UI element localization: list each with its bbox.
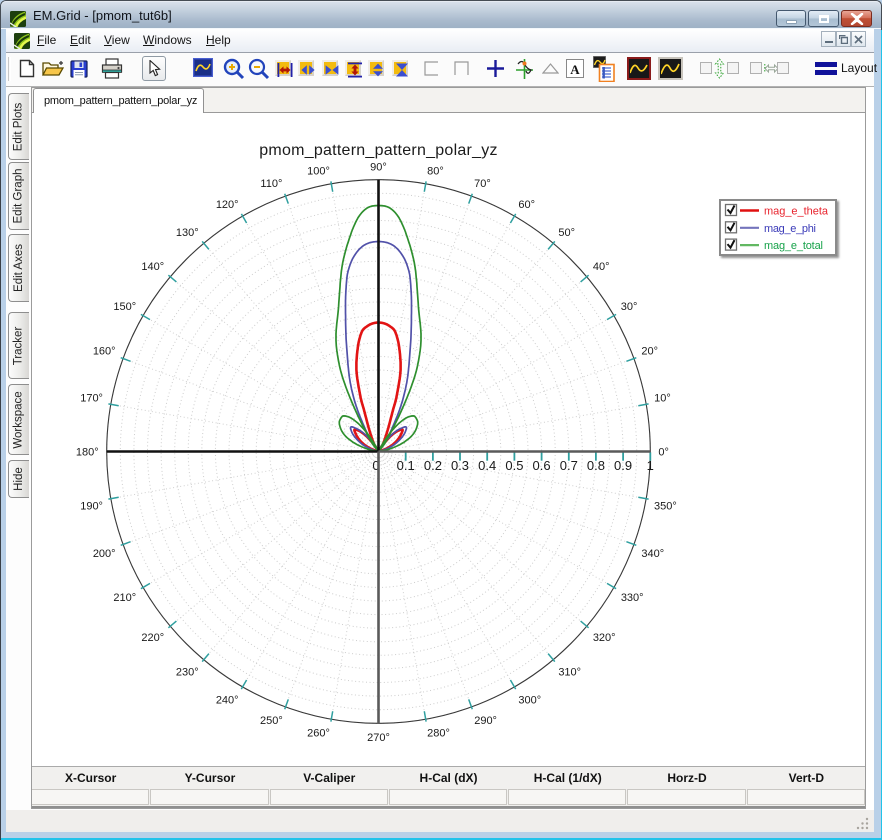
svg-text:130°: 130°	[176, 227, 199, 239]
svg-text:0.2: 0.2	[424, 458, 442, 473]
svg-text:90°: 90°	[370, 161, 387, 173]
svg-text:190°: 190°	[80, 501, 103, 513]
svg-text:0.7: 0.7	[560, 458, 578, 473]
svg-text:mag_e_total: mag_e_total	[764, 240, 823, 252]
svg-text:310°: 310°	[558, 666, 581, 678]
svg-text:mag_e_theta: mag_e_theta	[764, 206, 829, 218]
svg-text:350°: 350°	[654, 501, 677, 513]
svg-text:0.1: 0.1	[397, 458, 415, 473]
svg-text:0.9: 0.9	[614, 458, 632, 473]
svg-text:230°: 230°	[176, 666, 199, 678]
svg-text:0.3: 0.3	[451, 458, 469, 473]
svg-text:80°: 80°	[427, 166, 444, 178]
svg-text:160°: 160°	[93, 345, 116, 357]
svg-text:220°: 220°	[141, 632, 164, 644]
svg-text:100°: 100°	[307, 166, 330, 178]
svg-text:pmom_pattern_pattern_polar_yz: pmom_pattern_pattern_polar_yz	[259, 142, 498, 159]
svg-text:240°: 240°	[216, 694, 239, 706]
svg-text:330°: 330°	[621, 592, 644, 604]
svg-text:70°: 70°	[474, 178, 491, 190]
svg-text:110°: 110°	[260, 178, 282, 190]
svg-text:270°: 270°	[367, 732, 390, 744]
svg-text:40°: 40°	[593, 261, 610, 273]
svg-text:60°: 60°	[518, 199, 535, 211]
svg-text:210°: 210°	[113, 592, 136, 604]
svg-text:0.8: 0.8	[587, 458, 605, 473]
svg-text:250°: 250°	[260, 715, 283, 727]
svg-text:30°: 30°	[621, 301, 638, 313]
svg-text:0.6: 0.6	[533, 458, 551, 473]
svg-text:180°: 180°	[76, 447, 99, 459]
svg-text:10°: 10°	[654, 393, 671, 405]
svg-text:290°: 290°	[474, 715, 497, 727]
svg-text:340°: 340°	[641, 548, 664, 560]
svg-text:1: 1	[647, 458, 654, 473]
svg-text:260°: 260°	[307, 728, 330, 740]
svg-text:0.5: 0.5	[505, 458, 523, 473]
svg-text:280°: 280°	[427, 728, 450, 740]
svg-text:50°: 50°	[558, 227, 575, 239]
svg-text:20°: 20°	[641, 345, 658, 357]
svg-text:320°: 320°	[593, 632, 616, 644]
svg-text:120°: 120°	[216, 199, 239, 211]
svg-text:mag_e_phi: mag_e_phi	[764, 223, 816, 235]
svg-text:300°: 300°	[518, 694, 541, 706]
svg-text:0.4: 0.4	[478, 458, 496, 473]
svg-text:140°: 140°	[141, 261, 164, 273]
svg-text:170°: 170°	[80, 393, 103, 405]
svg-text:150°: 150°	[113, 301, 136, 313]
svg-text:0°: 0°	[658, 447, 669, 459]
svg-text:200°: 200°	[93, 548, 116, 560]
